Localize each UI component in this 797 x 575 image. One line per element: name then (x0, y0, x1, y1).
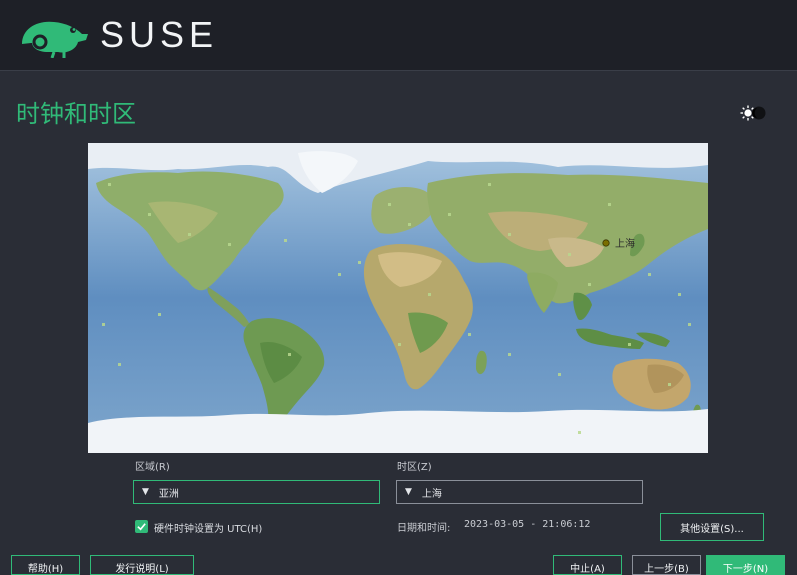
map-city-label: 上海 (615, 237, 635, 250)
sun-moon-toggle-icon[interactable] (739, 104, 767, 122)
release-notes-button[interactable]: 发行说明(L) (90, 555, 194, 575)
datetime-value: 2023-03-05 - 21:06:12 (464, 519, 591, 530)
hardware-clock-checkbox[interactable] (135, 520, 148, 533)
abort-button[interactable]: 中止(A) (553, 555, 622, 575)
timezone-label: 时区(Z) (397, 462, 432, 473)
page-title: 时钟和时区 (16, 100, 136, 128)
region-select[interactable]: ▼ 亚洲 (133, 480, 380, 504)
hardware-clock-label[interactable]: 硬件时钟设置为 UTC(H) (154, 520, 262, 535)
timezone-value: 上海 (421, 488, 442, 500)
checkmark-icon (137, 523, 146, 531)
timezone-select[interactable]: ▼ 上海 (396, 480, 643, 504)
map-city-marker (602, 239, 610, 247)
dropdown-arrow-icon: ▼ (405, 487, 412, 497)
back-button[interactable]: 上一步(B) (632, 555, 701, 575)
header-bar: SUSE (0, 0, 797, 71)
datetime-label: 日期和时间: (397, 523, 451, 534)
region-label: 区域(R) (135, 462, 170, 473)
chameleon-logo-icon (22, 21, 88, 58)
region-value: 亚洲 (158, 488, 179, 500)
other-settings-button[interactable]: 其他设置(S)... (660, 513, 764, 541)
help-button[interactable]: 帮助(H) (11, 555, 80, 575)
world-map[interactable]: 上海 (88, 143, 708, 453)
next-button[interactable]: 下一步(N) (706, 555, 785, 575)
brand-name: SUSE (100, 14, 219, 55)
dropdown-arrow-icon: ▼ (142, 487, 149, 497)
